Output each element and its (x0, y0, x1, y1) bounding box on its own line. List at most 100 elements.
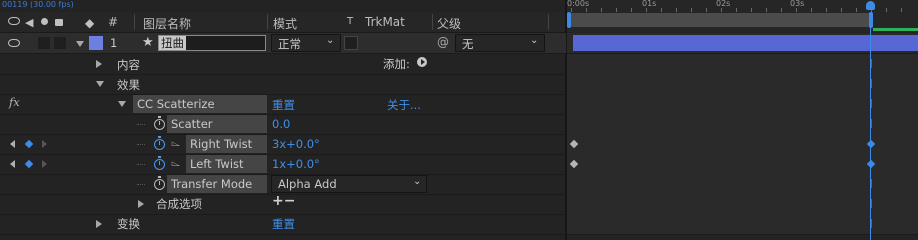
expand-toggle-icon[interactable] (96, 220, 102, 228)
contents-row[interactable]: 内容 添加: (0, 54, 566, 75)
lock-icon[interactable] (55, 19, 63, 26)
label-tag-icon[interactable]: ◆ (85, 16, 94, 30)
stopwatch-icon[interactable] (154, 116, 165, 130)
timeline-row: I (567, 174, 918, 195)
effects-label: 效果 (117, 78, 140, 92)
expand-toggle-icon[interactable] (96, 60, 102, 68)
eye-icon[interactable] (8, 39, 20, 47)
property-row-scatter[interactable]: Scatter 0.0 (0, 114, 566, 135)
timeline-row: I (567, 114, 918, 135)
ruler-tick-label: 0:00s (567, 0, 590, 8)
ruler-ticks (571, 8, 911, 12)
solo-switch[interactable] (38, 37, 50, 49)
expand-toggle-icon[interactable] (96, 81, 104, 87)
lock-switch[interactable] (54, 37, 66, 49)
keyframe-icon[interactable] (569, 139, 579, 149)
reset-link[interactable]: 重置 (272, 97, 295, 113)
render-bar (873, 28, 918, 31)
property-name-cell: Right Twist (186, 135, 267, 153)
work-area-start-handle[interactable] (567, 12, 571, 28)
timeline-row (567, 154, 918, 175)
star-icon: ★ (142, 35, 154, 50)
composite-options-row[interactable]: 合成选项 +− (0, 193, 566, 215)
transform-reset-link[interactable]: 重置 (272, 216, 295, 232)
scatter-value[interactable]: 0.0 (272, 117, 290, 131)
add-keyframe-icon[interactable] (24, 139, 34, 149)
layer-number: 1 (110, 36, 118, 50)
stopwatch-icon[interactable] (154, 156, 165, 170)
layer-label-color[interactable] (89, 36, 103, 50)
column-layer-name-header[interactable]: 图层名称 (143, 15, 191, 32)
right-twist-value[interactable]: 3x+0.0° (272, 137, 320, 151)
keyframe-icon[interactable] (866, 139, 876, 149)
solo-icon[interactable] (41, 18, 48, 25)
scatter-label: Scatter (171, 117, 213, 131)
graph-icon[interactable]: ⌳ (171, 155, 180, 170)
column-number-header: # (108, 15, 119, 29)
column-parent-header[interactable]: 父级 (437, 15, 461, 32)
parent-dropdown[interactable]: 无 ⌄ (455, 34, 545, 52)
eye-icon[interactable] (8, 17, 20, 25)
ruler-tick-label: 01s (642, 0, 657, 8)
right-twist-label: Right Twist (190, 137, 253, 151)
fx-icon[interactable]: fx (9, 95, 20, 109)
layer-duration-bar[interactable] (573, 35, 918, 51)
ruler-tick-label: 03s (790, 0, 805, 8)
next-keyframe-icon[interactable] (42, 140, 47, 148)
timeline-row: I (567, 214, 918, 235)
chevron-down-icon: ⌄ (530, 35, 539, 46)
work-area-bar[interactable] (569, 13, 873, 27)
property-row-transfer-mode[interactable]: Transfer Mode Alpha Add ⌄ (0, 174, 566, 195)
trkmat-box[interactable] (344, 36, 358, 50)
timeline-row: I (567, 194, 918, 215)
add-remove-mask-buttons[interactable]: +− (272, 193, 295, 209)
effects-row[interactable]: 效果 (0, 74, 566, 95)
expand-toggle-icon[interactable] (76, 41, 84, 47)
keyframe-icon[interactable] (569, 159, 579, 169)
layer-name-field[interactable]: 扭曲 (158, 35, 266, 51)
property-row-left-twist[interactable]: ⌳ Left Twist 1x+0.0° (0, 154, 566, 175)
effect-row-cc-scatterize[interactable]: fx CC Scatterize 重置 关于... (0, 94, 566, 115)
transfer-mode-dropdown[interactable]: Alpha Add ⌄ (271, 175, 427, 193)
next-keyframe-icon[interactable] (42, 160, 47, 168)
stopwatch-icon[interactable] (154, 176, 165, 190)
stopwatch-icon[interactable] (154, 136, 165, 150)
column-trkmat-header[interactable]: TrkMat (365, 15, 405, 29)
contents-label: 内容 (117, 58, 140, 72)
add-button[interactable] (417, 57, 427, 67)
column-t-header: T (347, 16, 354, 27)
chevron-down-icon: ⌄ (326, 35, 335, 46)
mode-dropdown[interactable]: 正常 ⌄ (271, 34, 341, 52)
transform-row[interactable]: 变换 重置 (0, 214, 566, 235)
audio-icon[interactable]: ◀ (25, 16, 33, 29)
fps-readout: 00119 (30.00 fps) (2, 0, 74, 9)
property-row-right-twist[interactable]: ⌳ Right Twist 3x+0.0° (0, 134, 566, 155)
timeline-row (567, 134, 918, 155)
about-link[interactable]: 关于... (387, 97, 421, 113)
timeline-row: I (567, 94, 918, 115)
pickwhip-icon[interactable]: @ (437, 35, 449, 49)
current-time-line[interactable] (870, 12, 871, 240)
prev-keyframe-icon[interactable] (10, 140, 15, 148)
time-ruler[interactable]: 0:00s 01s 02s 03s (567, 0, 918, 32)
expand-toggle-icon[interactable] (118, 101, 126, 107)
column-mode-header[interactable]: 模式 (273, 15, 297, 32)
left-twist-value[interactable]: 1x+0.0° (272, 157, 320, 171)
add-keyframe-icon[interactable] (24, 159, 34, 169)
property-name-cell: Transfer Mode (167, 175, 267, 193)
chevron-down-icon: ⌄ (413, 176, 422, 187)
graph-icon[interactable]: ⌳ (171, 135, 180, 150)
current-time-indicator[interactable] (866, 1, 875, 10)
effect-name: CC Scatterize (137, 97, 215, 111)
play-icon (421, 59, 425, 65)
effect-name-cell[interactable]: CC Scatterize (133, 95, 267, 113)
property-name-cell: Scatter (167, 115, 267, 133)
left-twist-label: Left Twist (190, 157, 244, 171)
layer-row[interactable]: 1 ★ 扭曲 正常 ⌄ @ 无 ⌄ (0, 33, 566, 54)
add-label: 添加: (383, 57, 410, 71)
prev-keyframe-icon[interactable] (10, 160, 15, 168)
timeline-row: I (567, 74, 918, 95)
expand-toggle-icon[interactable] (138, 200, 144, 208)
keyframe-icon[interactable] (866, 159, 876, 169)
timeline-row: I (567, 54, 918, 75)
